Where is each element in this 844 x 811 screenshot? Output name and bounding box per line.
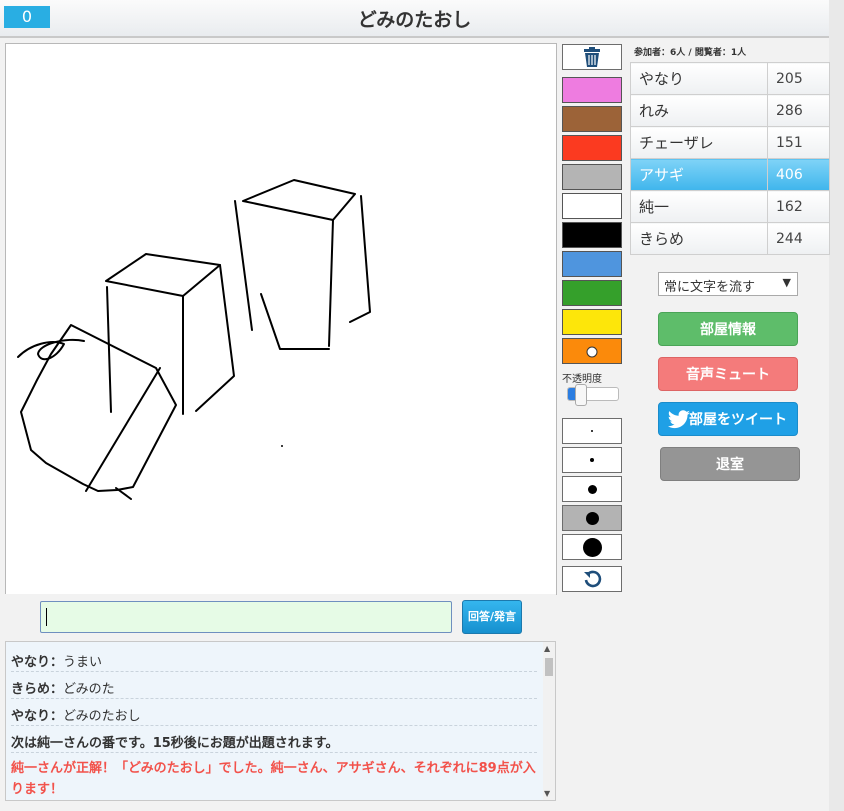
stroke [349, 195, 371, 323]
dropdown-arrow-icon: ▼ [782, 276, 791, 289]
player-row: 純一 162 [630, 190, 830, 223]
header-bar: 0 どみのたおし [0, 0, 829, 38]
text-scroll-select-value: 常に文字を流す [664, 280, 756, 295]
trash-icon [584, 47, 600, 67]
pen-size-dot-icon [585, 511, 599, 525]
correct-answer-message: 純一さんが正解！「どみのたおし」でした。純一さん、アサギさん、それぞれに89点が… [11, 761, 536, 797]
room-info-button[interactable]: 部屋情報 [658, 312, 798, 346]
scrollbar-thumb[interactable] [545, 658, 553, 676]
drawing-canvas[interactable] [5, 43, 557, 595]
pen-size-3[interactable] [562, 476, 622, 502]
scroll-down-icon[interactable]: ▼ [544, 789, 550, 798]
selected-color-icon [586, 346, 598, 358]
stroke [106, 286, 112, 413]
pen-size-2[interactable] [562, 447, 622, 473]
chat-separator: ： [50, 682, 64, 697]
opacity-label: 不透明度 [562, 374, 602, 385]
stroke [195, 264, 235, 412]
pen-size-dot-icon [591, 430, 593, 432]
player-name: れみ [630, 94, 768, 127]
chat-message: やなり：うまい [11, 645, 537, 672]
exit-room-button[interactable]: 退室 [660, 447, 800, 481]
player-score: 286 [767, 94, 830, 127]
player-score: 406 [767, 158, 830, 191]
stroke [242, 179, 356, 221]
stroke [328, 219, 334, 347]
color-swatch-yellow[interactable] [562, 309, 622, 335]
player-name: チェーザレ [630, 126, 768, 159]
tweet-room-button[interactable]: 部屋をツイート [658, 402, 798, 436]
stroke [234, 200, 253, 331]
player-row: チェーザレ 151 [630, 126, 830, 159]
opacity-slider-handle[interactable] [575, 384, 587, 406]
color-swatch-pink[interactable] [562, 77, 622, 103]
stroke [85, 367, 161, 492]
chat-message: やなり：どみのたおし [11, 699, 537, 726]
mute-audio-button[interactable]: 音声ミュート [658, 357, 798, 391]
chat-scrollbar[interactable]: ▲ ▼ [543, 642, 555, 800]
color-swatch-black[interactable] [562, 222, 622, 248]
player-row: やなり 205 [630, 62, 830, 95]
pen-size-4[interactable] [562, 505, 622, 531]
stroke [20, 324, 177, 492]
player-name: アサギ [630, 158, 768, 191]
player-name: 純一 [630, 190, 768, 223]
page-title: どみのたおし [357, 9, 472, 31]
player-score: 205 [767, 62, 830, 95]
chat-text: どみのた [63, 682, 115, 697]
twitter-bird-icon [667, 410, 690, 429]
player-row: きらめ 244 [630, 222, 830, 255]
chat-separator: ： [50, 655, 64, 670]
scroll-up-icon[interactable]: ▲ [544, 644, 550, 653]
color-swatch-green[interactable] [562, 280, 622, 306]
stroke [260, 293, 330, 350]
chat-text: どみのたおし [63, 709, 141, 724]
chat-sender: やなり [11, 655, 51, 670]
stroke [17, 338, 85, 361]
pen-size-1[interactable] [562, 418, 622, 444]
participant-count: 参加者：6人 / 閲覧者：1人 [634, 48, 747, 58]
pen-size-5[interactable] [562, 534, 622, 560]
pen-size-dot-icon [590, 458, 594, 462]
undo-button[interactable] [562, 566, 622, 592]
player-name: きらめ [630, 222, 768, 255]
pen-size-dot-icon [582, 537, 602, 557]
chat-sender: やなり [11, 709, 51, 724]
color-swatch-brown[interactable] [562, 106, 622, 132]
color-swatch-red[interactable] [562, 135, 622, 161]
chat-sender: きらめ [11, 682, 51, 697]
text-scroll-select[interactable]: 常に文字を流す ▼ [658, 272, 798, 296]
answer-submit-button[interactable]: 回答/発言 [462, 600, 522, 634]
stroke-dot [281, 445, 283, 447]
system-message: 次は純一さんの番です。15秒後にお題が出題されます。 [11, 726, 537, 753]
undo-icon [584, 570, 602, 588]
player-score: 151 [767, 126, 830, 159]
chat-text: うまい [63, 655, 103, 670]
chat-separator: ： [50, 709, 64, 724]
stroke [105, 253, 221, 297]
chat-message: きらめ：どみのた [11, 672, 537, 699]
player-row: れみ 286 [630, 94, 830, 127]
drawing-strokes [17, 179, 371, 500]
color-swatch-white[interactable] [562, 193, 622, 219]
color-swatch-blue[interactable] [562, 251, 622, 277]
text-caret [46, 608, 47, 626]
color-swatch-orange[interactable] [562, 338, 622, 364]
window-edge [829, 0, 844, 811]
player-name: やなり [630, 62, 768, 95]
answer-input[interactable] [40, 601, 452, 633]
player-score: 244 [767, 222, 830, 255]
player-score: 162 [767, 190, 830, 223]
clear-canvas-button[interactable] [562, 44, 622, 70]
color-swatch-gray[interactable] [562, 164, 622, 190]
score-table: やなり 205 れみ 286 チェーザレ 151 アサギ 406 純一 162 … [630, 62, 830, 255]
player-row-current-drawer: アサギ 406 [630, 158, 830, 191]
chat-log: やなり：うまい きらめ：どみのた やなり：どみのたおし 次は純一さんの番です。1… [5, 641, 556, 801]
pen-size-dot-icon [587, 484, 597, 494]
